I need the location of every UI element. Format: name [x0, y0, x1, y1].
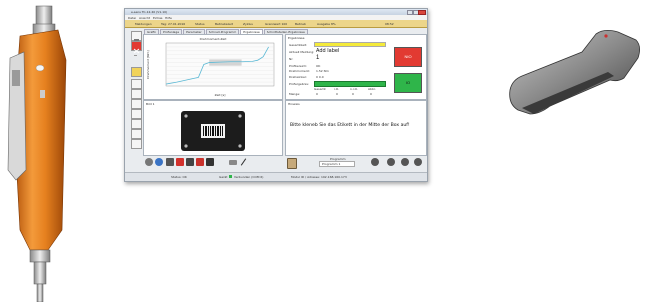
sidebar-item-8[interactable]: [131, 139, 142, 149]
footer-right: Modul ID / Adresse: 192.168.160.173: [291, 175, 347, 179]
status-item: Zyklus: [243, 22, 253, 26]
message-panel: Hinweis Bitte kleneb Sie das Etikett in …: [285, 100, 427, 156]
counter-header: Abbr.: [368, 87, 376, 91]
sidebar-item-7[interactable]: [131, 129, 142, 139]
play-icon[interactable]: [401, 158, 409, 166]
barcode-box-image: [181, 111, 245, 151]
counter-header: i.O.: [334, 87, 339, 91]
result-value: OK: [316, 64, 321, 68]
y-axis-label: Drehmoment [Nm]: [146, 50, 150, 78]
gray-scanner-image: [509, 30, 640, 115]
status-item: Grenzwert 100: [265, 22, 288, 26]
sequence-number: 1: [316, 55, 320, 61]
counter-value: 0: [370, 92, 372, 96]
photo-icon[interactable]: [186, 158, 194, 166]
results-panel: Ergebnisse Gesamtzeit: Aktuell Meldung: …: [285, 34, 427, 100]
sidebar-item-2[interactable]: [131, 79, 142, 89]
app-window: e-sens TC-12.40 (V1.10) Datei Ansicht Ex…: [124, 8, 428, 182]
status-item: Tag: 27.01.2016: [161, 22, 186, 26]
status-item: Meldungen: [135, 22, 152, 26]
prev-icon[interactable]: [371, 158, 379, 166]
footer-mid: Gerät: [219, 175, 228, 179]
result-label: Gesamtzeit:: [289, 43, 308, 47]
folder-icon[interactable]: [206, 158, 214, 166]
nio-button[interactable]: NIO: [394, 47, 422, 67]
sidebar-item-4[interactable]: [131, 99, 142, 109]
counter-header: n.i.O.: [350, 87, 358, 91]
result-label: Drehwinkel:: [289, 75, 307, 79]
x-axis-label: Zeit [s]: [215, 93, 226, 97]
counter-value: 0: [352, 92, 354, 96]
result-label: Drehmoment:: [289, 69, 310, 73]
counter-header: Gesamt: [314, 87, 326, 91]
message-panel-title: Hinweis: [288, 102, 300, 106]
results-title: Ergebnisse: [288, 36, 305, 40]
binder-icon[interactable]: [287, 158, 297, 169]
footer-status: Verbunden (COM 6): [234, 175, 264, 179]
sidebar-item-5[interactable]: [131, 109, 142, 119]
status-strip: Meldungen Tag: 27.01.2016 Status Betrieb…: [125, 20, 427, 28]
result-label: Aktuell Meldung:: [289, 50, 315, 54]
message-value: Add label: [316, 48, 340, 54]
instruction-text: Bitte kleneb Sie das Etikett in der Mitt…: [290, 123, 410, 128]
grid-icon[interactable]: [166, 158, 174, 166]
tool-icon[interactable]: [196, 158, 204, 166]
status-item: Ausgabe 8%: [317, 22, 336, 26]
image-panel-title: Bild 1: [146, 102, 155, 106]
counter-label: Menge:: [289, 92, 301, 96]
save-button[interactable]: [131, 31, 142, 43]
result-label: Nr:: [289, 57, 294, 61]
chart-panel: Drehmoment-Zeit Drehmoment [Nm] Zeit [s]: [143, 34, 283, 100]
program-select-value: Programm 1: [322, 162, 341, 166]
window-title: e-sens TC-12.40 (V1.10): [131, 10, 168, 14]
sidebar-item-1[interactable]: [131, 67, 142, 77]
status-time: 08:52: [385, 22, 394, 26]
counter-value: 0: [316, 92, 318, 96]
connection-status-dot: [229, 175, 232, 178]
cancel-button[interactable]: [131, 41, 142, 54]
back-icon[interactable]: [145, 158, 153, 166]
status-item: Status: [195, 22, 205, 26]
io-button[interactable]: IO: [394, 73, 422, 93]
footer-bar: Status: OK Gerät Verbunden (COM 6) Modul…: [125, 172, 427, 181]
status-item: Betrieb: [295, 22, 306, 26]
camera-icon[interactable]: [229, 160, 237, 165]
record-icon[interactable]: [387, 158, 395, 166]
result-value: 0 0.0: [316, 75, 324, 79]
result-value: 1.52 Nm: [316, 69, 329, 73]
chart-icon[interactable]: [176, 158, 184, 166]
globe-icon[interactable]: [155, 158, 163, 166]
status-item: Betriebszeit: [215, 22, 233, 26]
orange-tool-image: [7, 5, 67, 302]
sidebar-item-6[interactable]: [131, 119, 142, 129]
program-select[interactable]: Programm 1: [319, 161, 355, 167]
result-label: Prüfergebnis:: [289, 82, 309, 86]
sidebar-item-3[interactable]: [131, 89, 142, 99]
footer-left: Status: OK: [171, 175, 187, 179]
image-panel: Bild 1: [143, 100, 283, 156]
sidebar-divider: [134, 55, 137, 56]
result-label: Prüfbereich:: [289, 64, 308, 68]
counter-value: 0: [336, 92, 338, 96]
torque-time-chart: Drehmoment [Nm] Zeit [s]: [146, 42, 275, 97]
close-icon: [133, 48, 140, 54]
gesamtzeit-field: [314, 42, 386, 47]
settings-icon[interactable]: [414, 158, 422, 166]
